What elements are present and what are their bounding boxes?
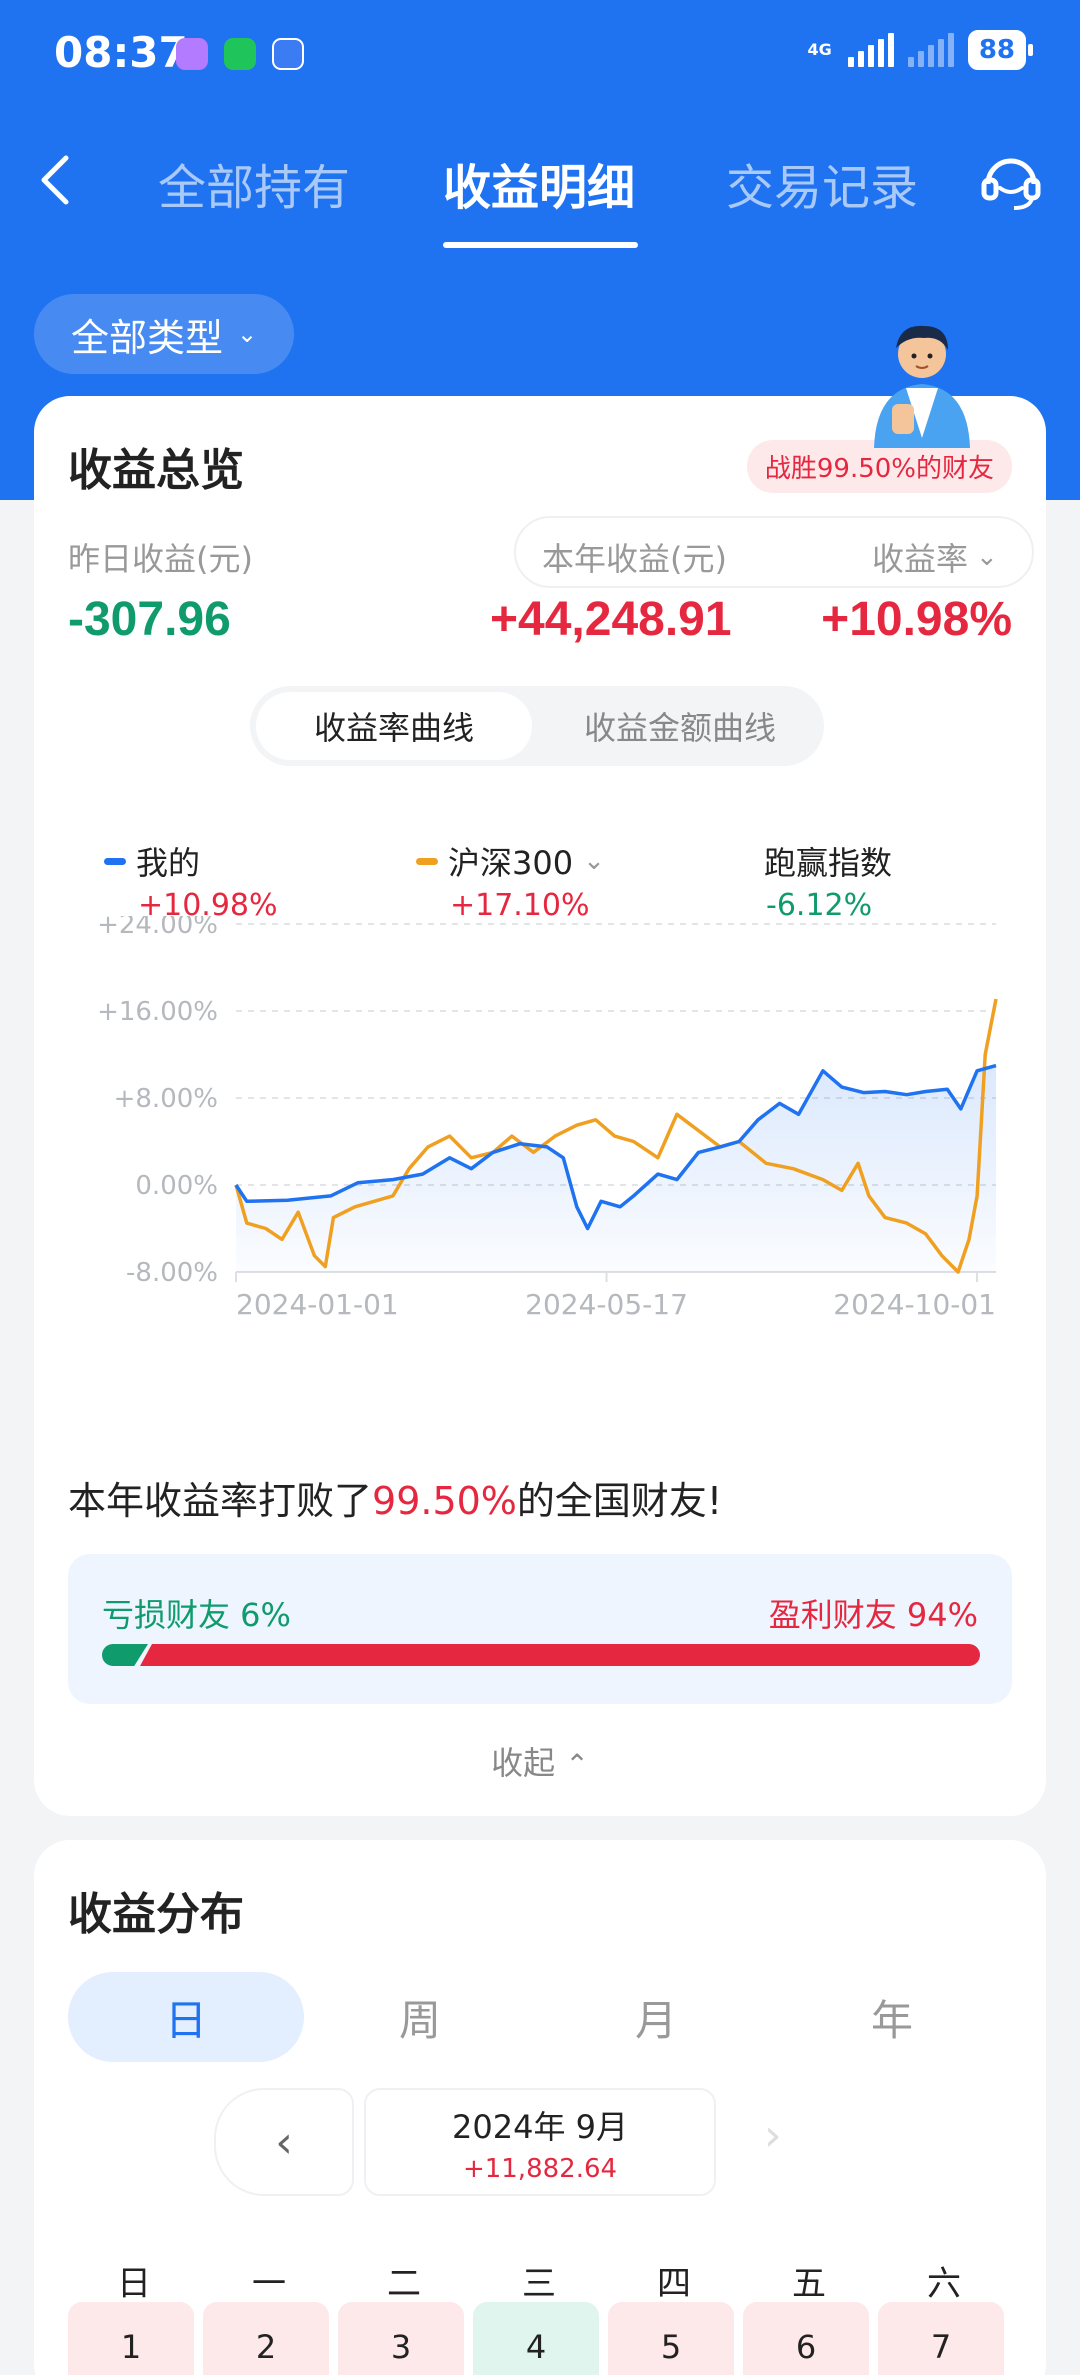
- mascot-illustration: [874, 325, 970, 448]
- legend-index-dropdown[interactable]: 沪深300 ⌄: [416, 838, 605, 884]
- battery-icon: 88: [967, 30, 1034, 70]
- profit-bar: [140, 1644, 980, 1666]
- x-tick-label: 2024-10-01: [833, 1288, 996, 1321]
- beat-statement: 本年收益率打败了99.50%的全国财友!: [68, 1470, 722, 1525]
- legend-swatch-orange: [416, 857, 438, 865]
- y-tick-label: 0.00%: [135, 1171, 218, 1201]
- customer-service-icon[interactable]: [978, 148, 1044, 214]
- period-year[interactable]: 年: [774, 1972, 1010, 2062]
- chevron-down-icon: ⌄: [583, 846, 605, 876]
- signal-icon: [847, 33, 894, 67]
- type-filter-dropdown[interactable]: 全部类型 ⌄: [34, 294, 294, 374]
- wechat-icon: [224, 38, 256, 70]
- profit-label: 盈利财友 94%: [768, 1596, 978, 1634]
- tab-all-holdings[interactable]: 全部持有: [158, 148, 350, 218]
- next-month-button[interactable]: ›: [764, 2110, 782, 2161]
- year-value: +44,248.91: [490, 593, 732, 646]
- weekday-sat: 六: [927, 2264, 961, 2304]
- rate-dropdown[interactable]: 收益率 ⌄: [872, 534, 998, 580]
- y-tick-label: +16.00%: [97, 997, 218, 1027]
- active-tab-indicator: [443, 242, 638, 248]
- chevron-left-icon: ‹: [275, 2116, 293, 2168]
- rate-value: +10.98%: [821, 593, 1012, 646]
- yesterday-label: 昨日收益(元): [68, 540, 253, 578]
- loss-label: 亏损财友 6%: [102, 1596, 291, 1634]
- month-label: 2024年 9月: [452, 2108, 628, 2146]
- distribution-title: 收益分布: [68, 1889, 244, 1940]
- y-tick-label: +8.00%: [114, 1084, 218, 1114]
- y-tick-label: +24.00%: [97, 916, 218, 940]
- legend-index-label: 沪深300: [448, 844, 574, 882]
- period-month[interactable]: 月: [538, 1972, 774, 2062]
- y-tick-label: -8.00%: [126, 1258, 218, 1288]
- x-tick-label: 2024-01-01: [236, 1288, 399, 1321]
- chevron-up-icon: ⌃: [565, 1748, 589, 1781]
- collapse-label: 收起: [491, 1744, 556, 1782]
- weekday-tue: 二: [387, 2264, 421, 2304]
- weekday-sun: 日: [117, 2264, 151, 2304]
- type-filter-label: 全部类型: [70, 315, 223, 360]
- chevron-down-icon: ⌄: [236, 320, 258, 348]
- loss-bar: [102, 1644, 148, 1666]
- tab-income-details[interactable]: 收益明细: [443, 148, 635, 218]
- month-value: +11,882.64: [462, 2154, 618, 2184]
- weekday-mon: 一: [252, 2264, 286, 2304]
- amount-curve-tab[interactable]: 收益金额曲线: [542, 692, 818, 760]
- chevron-down-icon: ⌄: [976, 542, 998, 572]
- beat-text-suffix: 的全国财友!: [516, 1479, 723, 1523]
- calendar-day[interactable]: 3: [338, 2302, 464, 2375]
- collapse-button[interactable]: 收起 ⌃: [34, 1738, 1046, 1784]
- calendar-day[interactable]: 2: [203, 2302, 329, 2375]
- income-overview-card: 收益总览 战胜99.50%的财友 昨日收益(元) 本年收益(元) 收益率 ⌄ -…: [34, 396, 1046, 1816]
- podcast-app-icon: [176, 38, 208, 70]
- legend-mine-label: 我的: [136, 844, 201, 882]
- chevron-right-icon: ›: [764, 2110, 782, 2161]
- overview-title: 收益总览: [68, 445, 244, 496]
- x-tick-label: 2024-05-17: [525, 1288, 688, 1321]
- tab-trade-records[interactable]: 交易记录: [726, 148, 918, 218]
- download-app-icon: [272, 38, 304, 70]
- calendar-day[interactable]: 7: [878, 2302, 1004, 2375]
- month-selector: 2024年 9月 +11,882.64: [364, 2088, 716, 2196]
- curve-segmented-control: 收益率曲线 收益金额曲线: [250, 686, 824, 766]
- network-type: 4G: [807, 40, 832, 59]
- series-area-fill: [236, 1065, 996, 1272]
- calendar-day[interactable]: 4: [473, 2302, 599, 2375]
- beat-text-pct: 99.50%: [372, 1479, 517, 1523]
- calendar-day[interactable]: 5: [608, 2302, 734, 2375]
- return-rate-chart[interactable]: +24.00% +16.00% +8.00% 0.00% -8.00% 2024-01-0…: [34, 916, 1046, 1336]
- weekday-thu: 四: [657, 2264, 691, 2304]
- period-day[interactable]: 日: [68, 1972, 304, 2062]
- signal-icon-2: [907, 33, 954, 67]
- yesterday-value: -307.96: [68, 593, 231, 646]
- status-time: 08:37: [54, 28, 188, 77]
- weekday-wed: 三: [522, 2264, 556, 2304]
- profit-loss-ratio: 亏损财友 6% 盈利财友 94%: [68, 1554, 1012, 1704]
- status-bar: 08:37 4G 88: [0, 0, 1080, 110]
- calendar-day[interactable]: 1: [68, 2302, 194, 2375]
- calendar-day[interactable]: 6: [743, 2302, 869, 2375]
- beat-text-prefix: 本年收益率打败了: [68, 1479, 373, 1523]
- period-week[interactable]: 周: [302, 1972, 538, 2062]
- top-nav: 全部持有 收益明细 交易记录: [0, 130, 1080, 250]
- weekday-fri: 五: [792, 2264, 826, 2304]
- legend-mine[interactable]: 我的: [104, 838, 200, 884]
- legend-outperform-label: 跑赢指数: [764, 844, 893, 882]
- year-label: 本年收益(元): [542, 540, 727, 578]
- legend-outperform: 跑赢指数: [764, 838, 892, 884]
- rate-label: 收益率: [872, 540, 969, 578]
- income-distribution-card: 收益分布 日 周 月 年 ‹ 2024年 9月 +11,882.64 › 日 一…: [34, 1840, 1046, 2375]
- prev-month-button[interactable]: ‹: [214, 2088, 354, 2196]
- rate-curve-tab[interactable]: 收益率曲线: [256, 692, 532, 760]
- back-arrow-icon[interactable]: [36, 150, 76, 210]
- legend-swatch-blue: [104, 857, 126, 865]
